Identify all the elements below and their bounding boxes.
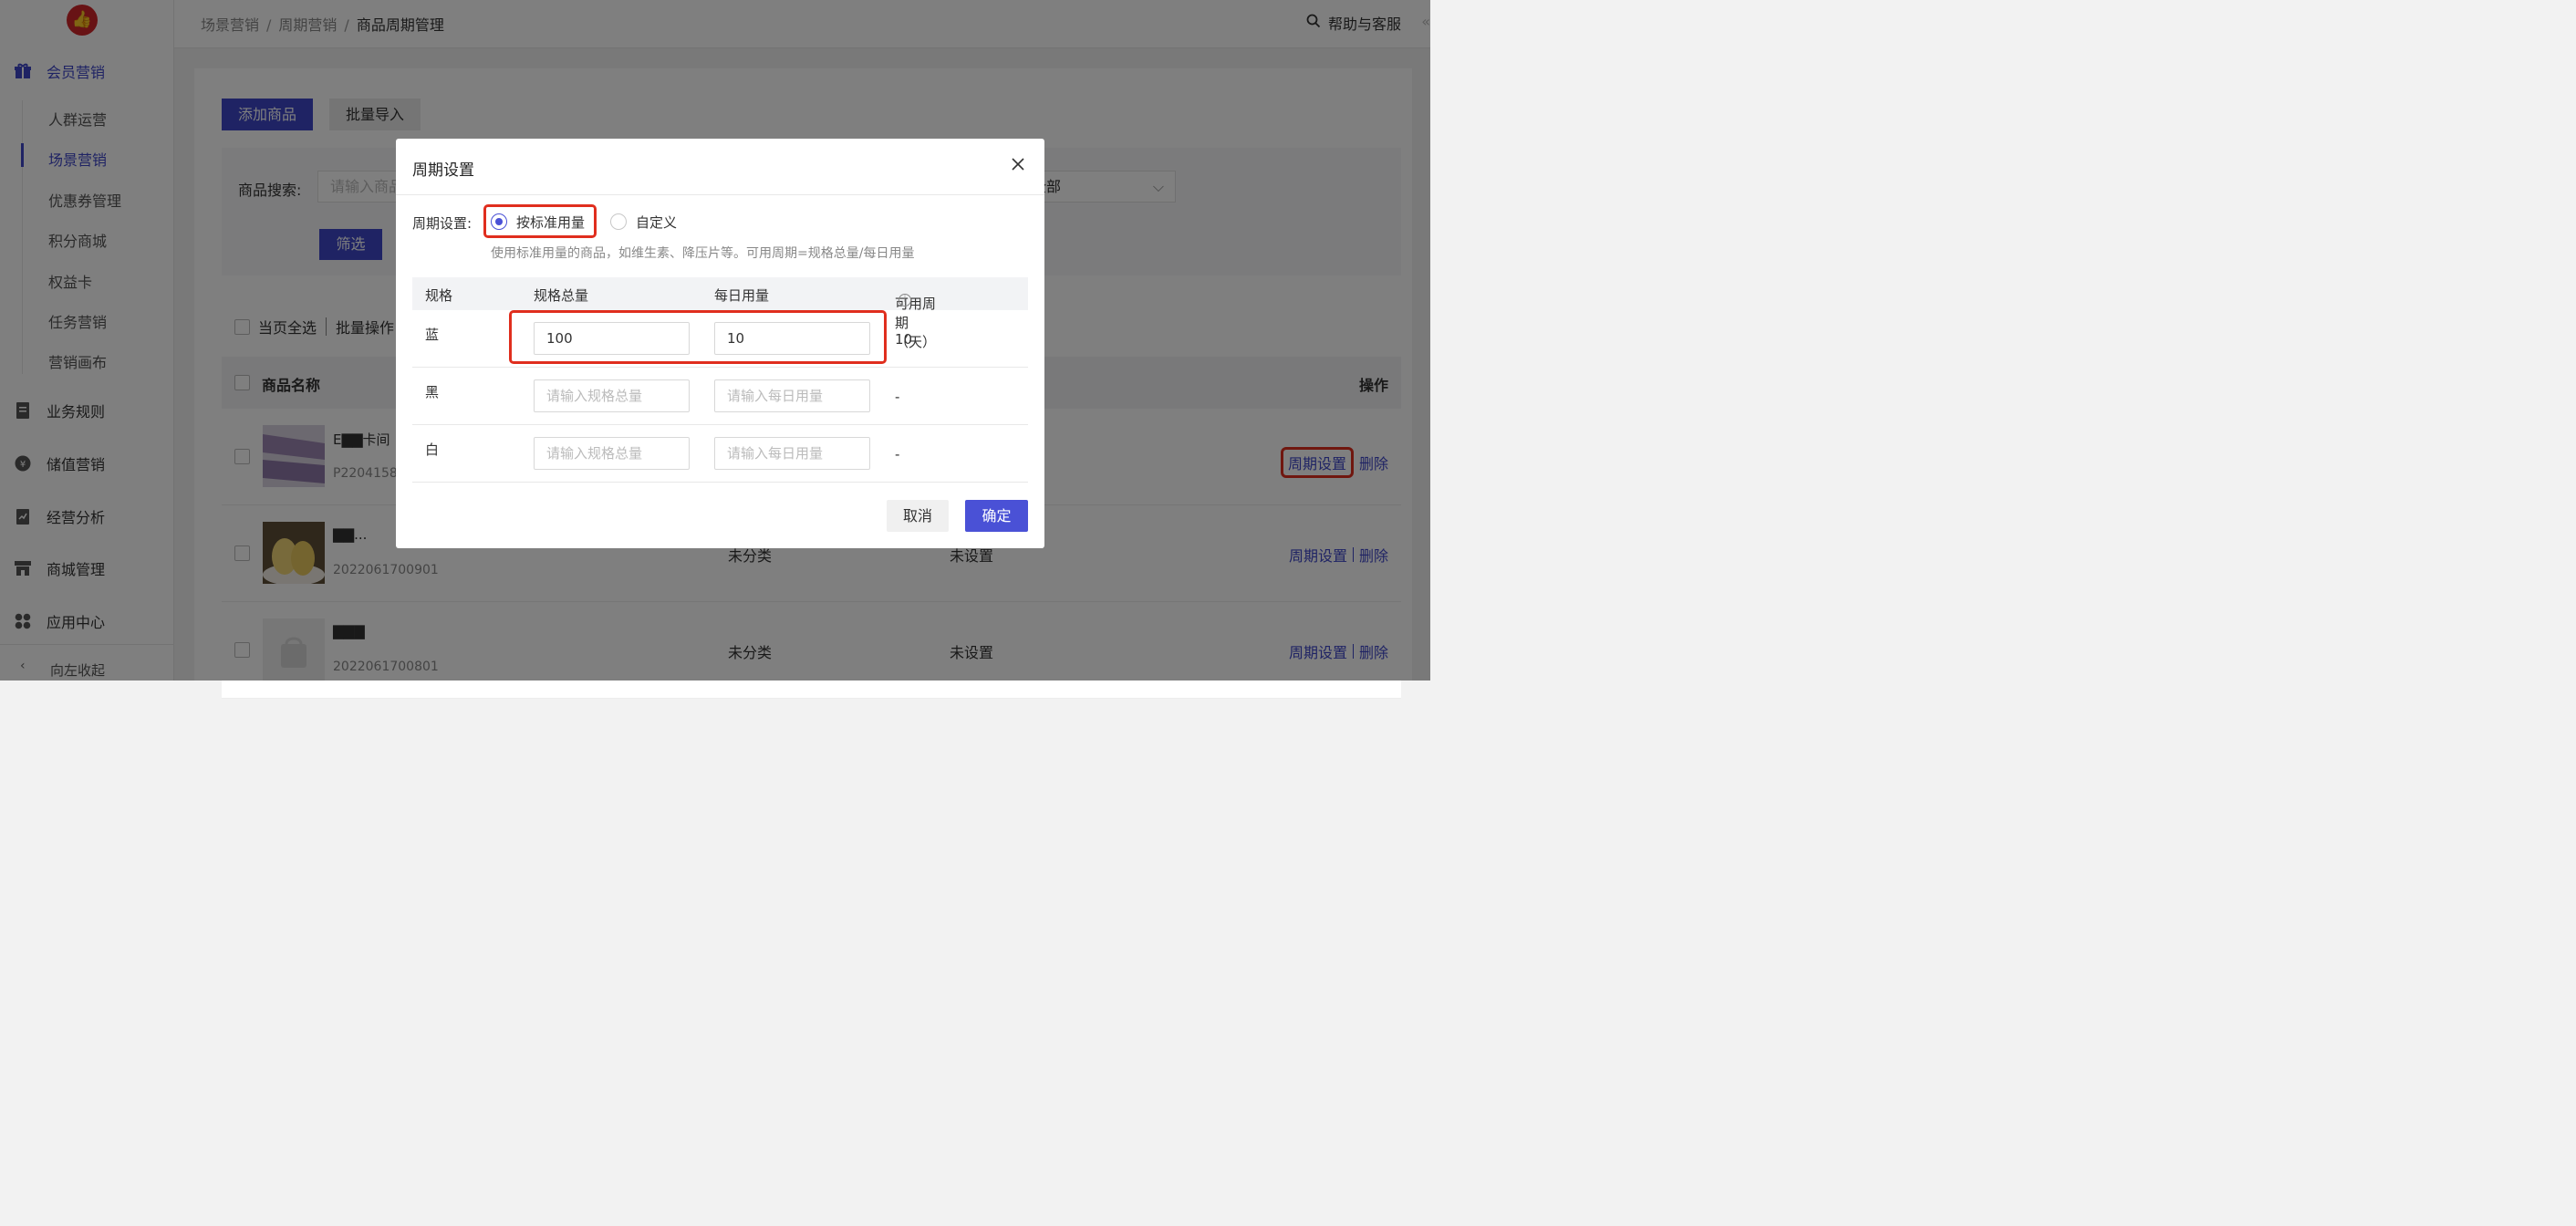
spec-row: 黑 请输入规格总量 请输入每日用量 - (412, 368, 1028, 425)
radio-custom[interactable]: 自定义 (610, 208, 677, 235)
radio-label: 自定义 (636, 213, 678, 231)
available-days: - (895, 389, 900, 405)
col-spec: 规格 (425, 287, 453, 304)
close-icon[interactable] (1008, 155, 1028, 175)
spec-table: 规格 规格总量 每日用量 可用周期（天） i 蓝 100 10 10 黑 请输入规… (412, 277, 1028, 483)
period-setting-label: 周期设置: (412, 215, 473, 232)
usage-hint: 使用标准用量的商品，如维生素、降压片等。可用周期=规格总量/每日用量 (491, 246, 915, 261)
highlight-box (509, 310, 887, 364)
total-quantity-input[interactable]: 请输入规格总量 (534, 437, 690, 470)
cycle-settings-modal: 周期设置 周期设置: 按标准用量 自定义 使用标准用量的商品，如维生素、降压片等… (396, 139, 1044, 548)
daily-usage-input[interactable]: 请输入每日用量 (714, 437, 870, 470)
spec-name: 白 (425, 442, 440, 458)
info-icon[interactable]: i (898, 294, 911, 306)
confirm-button[interactable]: 确定 (965, 500, 1028, 532)
available-days: - (895, 446, 900, 462)
spec-row: 白 请输入规格总量 请输入每日用量 - (412, 425, 1028, 483)
spec-name: 黑 (425, 384, 440, 400)
cancel-button[interactable]: 取消 (887, 500, 949, 532)
radio-button[interactable] (610, 213, 627, 230)
modal-title: 周期设置 (412, 161, 474, 180)
modal-header: 周期设置 (396, 139, 1044, 195)
daily-usage-input[interactable]: 请输入每日用量 (714, 379, 870, 412)
spec-name: 蓝 (425, 327, 440, 343)
available-days: 10 (895, 331, 913, 348)
spec-table-header: 规格 规格总量 每日用量 可用周期（天） i (412, 277, 1028, 350)
highlight-box (483, 204, 597, 238)
col-daily: 每日用量 (714, 287, 770, 304)
col-total: 规格总量 (534, 287, 589, 304)
total-quantity-input[interactable]: 请输入规格总量 (534, 379, 690, 412)
